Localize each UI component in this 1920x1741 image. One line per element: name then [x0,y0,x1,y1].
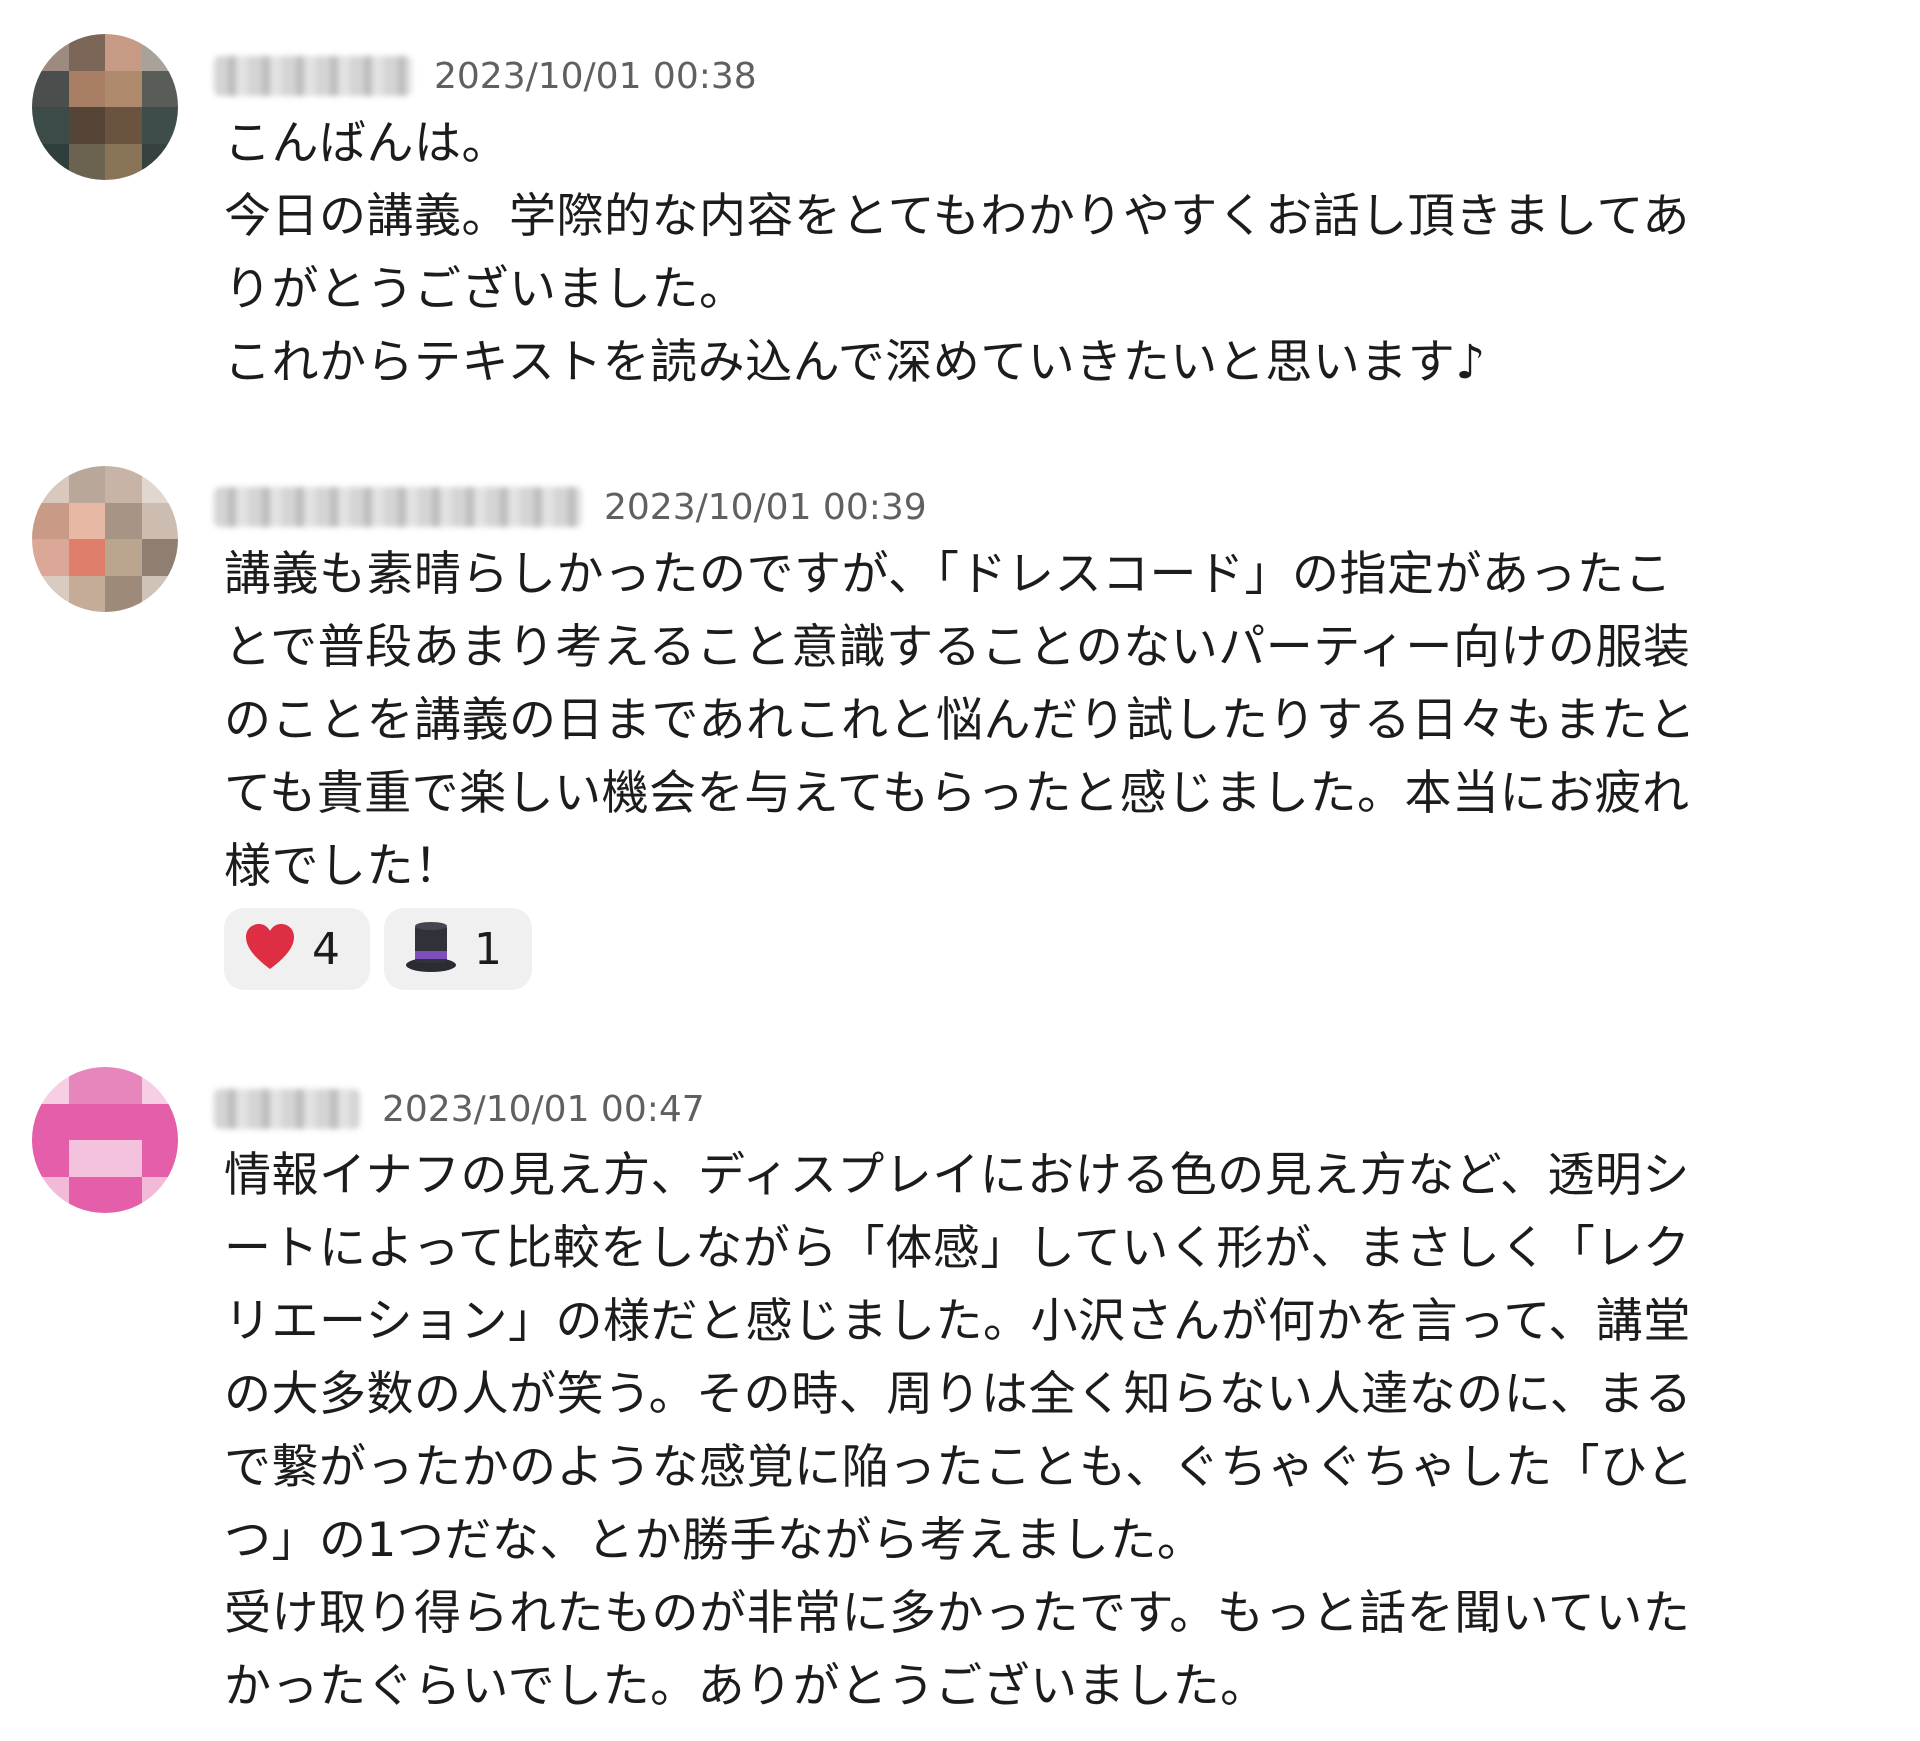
message-line: のことを講義の日まであれこれと悩んだり試したりする日々もまたと [224,693,1697,748]
reaction-top-hat[interactable]: 1 [384,908,532,990]
message-line: 様でした！ [224,839,462,894]
message-header: 2023/10/01 00:39 [214,480,927,534]
reaction-count: 4 [312,923,340,975]
reactions-bar: 4 1 [224,908,532,990]
avatar[interactable] [32,34,178,180]
message-header: 2023/10/01 00:38 [214,49,757,103]
author-name-redacted[interactable] [214,1089,360,1129]
message-body: 講義も素晴らしかったのですが、「ドレスコード」の指定があったこ とで普段あまり考… [224,538,1874,903]
message-line: リエーション」の様だと感じました。小沢さんが何かを言って、講堂 [224,1294,1691,1349]
message-line: つ」の1つだな、とか勝手ながら考えました。 [224,1513,1205,1568]
avatar[interactable] [32,1067,178,1213]
message-line: りがとうございました。 [224,262,747,317]
author-name-redacted[interactable] [214,487,582,527]
message-line: かったぐらいでした。ありがとうございました。 [224,1659,1268,1714]
message-thread: 2023/10/01 00:38 こんばんは。 今日の講義。学際的な内容をとても… [0,0,1920,1741]
message-line: ても貴重で楽しい機会を与えてもらったと感じました。本当にお疲れ [224,766,1690,821]
message-line: とで普段あまり考えること意識することのないパーティー向けの服装 [224,620,1691,675]
reaction-count: 1 [474,923,502,975]
message-header: 2023/10/01 00:47 [214,1082,705,1136]
timestamp[interactable]: 2023/10/01 00:47 [382,1089,705,1130]
avatar[interactable] [32,466,178,612]
message-line: の大多数の人が笑う。その時、周りは全く知らない人達なのに、まる [224,1367,1693,1422]
message-body: 情報イナフの見え方、ディスプレイにおける色の見え方など、透明シ ートによって比較… [224,1139,1874,1723]
message-line: で繋がったかのような感覚に陥ったことも、ぐちゃぐちゃした「ひと [224,1440,1694,1495]
message-body: こんばんは。 今日の講義。学際的な内容をとてもわかりやすくお話し頂きましてあ り… [224,107,1874,399]
timestamp[interactable]: 2023/10/01 00:38 [434,56,757,97]
message-line: 受け取り得られたものが非常に多かったです。もっと話を聞いていた [224,1586,1691,1641]
message-line: 今日の講義。学際的な内容をとてもわかりやすくお話し頂きましてあ [224,189,1690,244]
message-line: こんばんは。 [224,116,509,171]
message-line: 情報イナフの見え方、ディスプレイにおける色の見え方など、透明シ [224,1148,1690,1203]
timestamp[interactable]: 2023/10/01 00:39 [604,487,927,528]
message-line: ートによって比較をしながら「体感」していく形が、まさしく「レク [224,1221,1691,1276]
heart-icon [244,923,296,975]
author-name-redacted[interactable] [214,56,412,96]
top-hat-icon [404,921,458,977]
message-line: 講義も素晴らしかったのですが、「ドレスコード」の指定があったこ [224,547,1673,602]
message-line: これからテキストを読み込んで深めていきたいと思います♪ [224,335,1486,390]
reaction-heart[interactable]: 4 [224,908,370,990]
